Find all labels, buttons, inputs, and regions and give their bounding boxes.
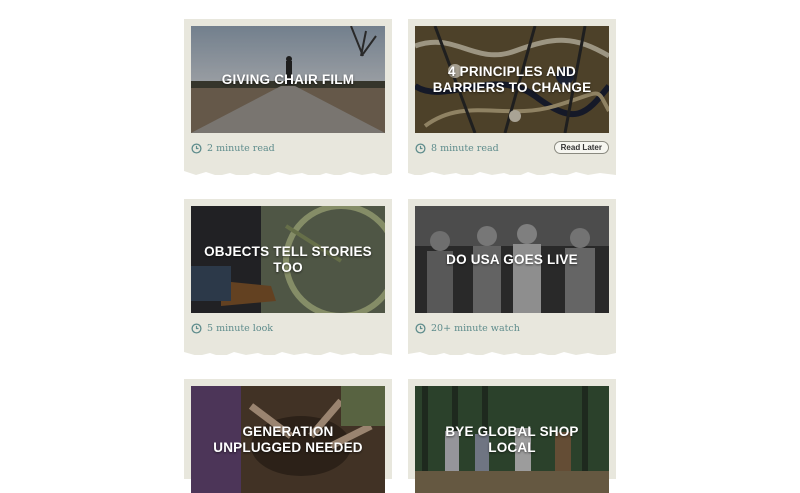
article-thumbnail[interactable]: 4 PRINCIPLES AND BARRIERS TO CHANGE <box>415 26 609 133</box>
torn-paper-edge <box>184 352 392 361</box>
read-time: 2 minute read <box>207 142 275 154</box>
article-title: DO USA GOES LIVE <box>446 251 578 267</box>
article-card[interactable]: 4 PRINCIPLES AND BARRIERS TO CHANGE 8 mi… <box>408 19 616 181</box>
torn-paper-edge <box>184 171 392 181</box>
torn-paper-edge <box>408 172 616 181</box>
article-thumbnail[interactable]: BYE GLOBAL SHOP LOCAL <box>415 386 609 493</box>
clock-icon <box>415 142 426 154</box>
article-thumbnail[interactable]: OBJECTS TELL STORIES TOO <box>191 206 385 313</box>
article-title: GENERATION UNPLUGGED NEEDED <box>213 423 363 455</box>
article-card[interactable]: OBJECTS TELL STORIES TOO 5 minute look <box>184 199 392 361</box>
article-meta: 5 minute look <box>191 321 273 335</box>
read-time: 5 minute look <box>207 322 274 334</box>
read-time: 8 minute read <box>431 142 499 154</box>
article-title: 4 PRINCIPLES AND BARRIERS TO CHANGE <box>432 63 592 95</box>
clock-icon <box>415 322 426 334</box>
article-title: GIVING CHAIR FILM <box>221 71 355 87</box>
clock-icon <box>191 322 202 334</box>
article-title: OBJECTS TELL STORIES TOO <box>204 243 372 275</box>
article-card[interactable]: GENERATION UNPLUGGED NEEDED <box>184 379 392 493</box>
article-thumbnail[interactable]: GIVING CHAIR FILM <box>191 26 385 133</box>
clock-icon <box>191 142 202 154</box>
article-title: BYE GLOBAL SHOP LOCAL <box>445 423 579 455</box>
article-thumbnail[interactable]: DO USA GOES LIVE <box>415 206 609 313</box>
article-card[interactable]: BYE GLOBAL SHOP LOCAL <box>408 379 616 493</box>
read-later-button[interactable]: Read Later <box>553 141 609 154</box>
torn-paper-edge <box>408 352 616 361</box>
article-meta: 20+ minute watch <box>415 321 520 335</box>
article-meta: 8 minute read <box>415 141 499 155</box>
article-card[interactable]: DO USA GOES LIVE 20+ minute watch <box>408 199 616 361</box>
article-thumbnail[interactable]: GENERATION UNPLUGGED NEEDED <box>191 386 385 493</box>
article-meta: 2 minute read <box>191 141 275 155</box>
read-time: 20+ minute watch <box>431 322 520 334</box>
article-card[interactable]: GIVING CHAIR FILM 2 minute read <box>184 19 392 181</box>
